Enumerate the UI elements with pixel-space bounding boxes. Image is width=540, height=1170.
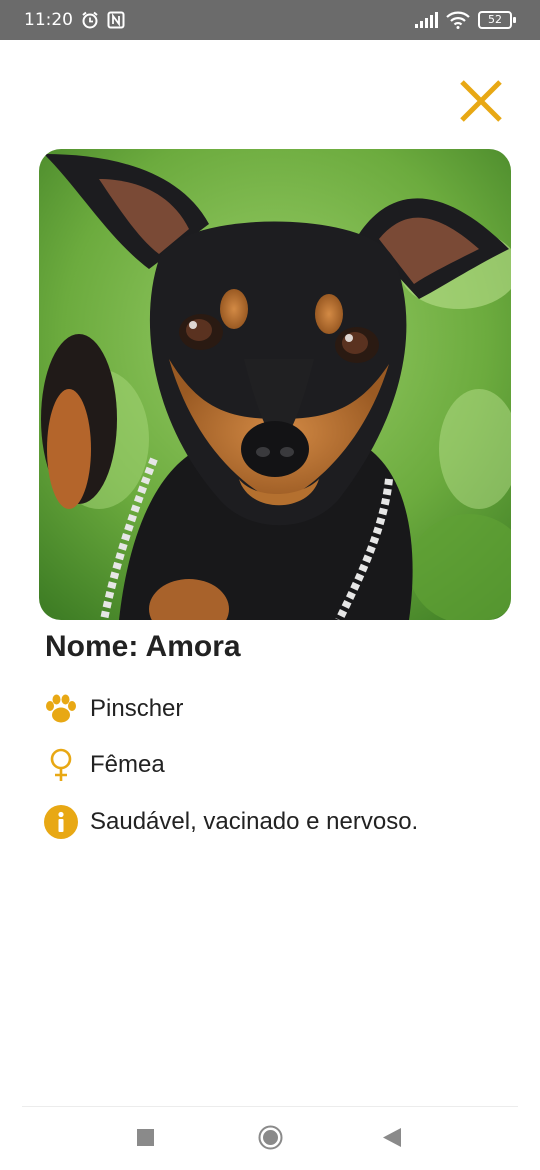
navigation-bar <box>0 1107 540 1170</box>
nfc-icon <box>107 11 125 29</box>
recents-button[interactable] <box>137 1129 154 1151</box>
back-button[interactable] <box>383 1128 401 1152</box>
breed-text: Pinscher <box>90 695 184 722</box>
signal-icon <box>414 12 438 28</box>
health-text: Saudável, vacinado e nervoso. <box>90 808 419 835</box>
alarm-icon <box>81 11 99 29</box>
status-left: 11:20 <box>24 10 125 30</box>
triangle-back-icon <box>383 1128 401 1147</box>
health-row: Saudável, vacinado e nervoso. <box>44 805 418 839</box>
battery-icon: 52 <box>478 11 516 29</box>
status-right: 52 <box>414 11 516 29</box>
battery-tip <box>513 17 516 23</box>
close-button[interactable] <box>456 76 506 126</box>
circle-icon <box>258 1125 283 1150</box>
breed-row: Pinscher <box>44 692 183 726</box>
info-icon <box>44 805 78 839</box>
paw-icon <box>44 692 78 726</box>
status-time: 11:20 <box>24 10 73 30</box>
gender-row: Fêmea <box>44 748 165 782</box>
pet-photo <box>39 149 511 620</box>
female-icon <box>44 748 78 782</box>
battery-level: 52 <box>478 11 512 29</box>
wifi-icon <box>446 11 470 29</box>
square-icon <box>137 1129 154 1146</box>
home-button[interactable] <box>258 1125 283 1155</box>
pet-name: Nome: Amora <box>45 630 241 663</box>
gender-text: Fêmea <box>90 751 165 778</box>
status-bar: 11:20 52 <box>0 0 540 40</box>
close-icon <box>460 80 502 122</box>
